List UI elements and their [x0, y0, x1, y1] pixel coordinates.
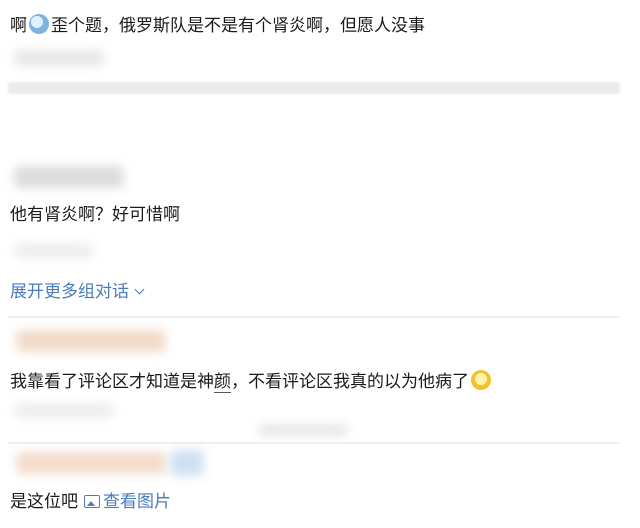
view-image-label: 查看图片	[103, 492, 171, 512]
expand-replies-link[interactable]: 展开更多组对话	[10, 280, 145, 304]
blurred-avatar-username	[14, 166, 124, 188]
comment-3-pre: 我靠看了评论区才知道是神	[10, 372, 214, 392]
view-image-link[interactable]: 查看图片	[78, 492, 171, 512]
picture-icon	[84, 495, 100, 508]
comment-2-text: 他有肾炎啊？好可惜啊	[10, 205, 180, 225]
comment-4-body: 是这位吧	[10, 492, 78, 512]
separator	[8, 82, 620, 94]
comment-1-prefix: 啊	[10, 16, 27, 36]
blurred-meta	[14, 404, 114, 418]
face-emoji-icon	[29, 14, 49, 34]
comment-3-text: 我靠看了评论区才知道是神颜，不看评论区我真的以为他病了	[10, 370, 493, 394]
separator	[8, 442, 620, 444]
blurred-username	[14, 50, 104, 66]
blurred-username	[16, 452, 166, 474]
blurred-username	[16, 330, 166, 352]
laughing-emoji-icon	[471, 370, 491, 390]
blurred-meta	[14, 244, 94, 258]
comment-1-body: 歪个题，俄罗斯队是不是有个肾炎啊，但愿人没事	[51, 16, 425, 36]
comment-3-post: ，不看评论区我真的以为他病了	[231, 372, 469, 392]
comment-3-highlight: 颜	[214, 372, 231, 393]
blurred-badge	[170, 450, 204, 476]
expand-replies-label: 展开更多组对话	[10, 282, 129, 302]
comment-4-text: 是这位吧 查看图片	[10, 490, 171, 514]
comment-1-text: 啊 歪个题，俄罗斯队是不是有个肾炎啊，但愿人没事	[10, 14, 425, 38]
chevron-down-icon	[134, 284, 145, 295]
blurred-meta	[258, 424, 348, 436]
separator	[8, 316, 620, 318]
